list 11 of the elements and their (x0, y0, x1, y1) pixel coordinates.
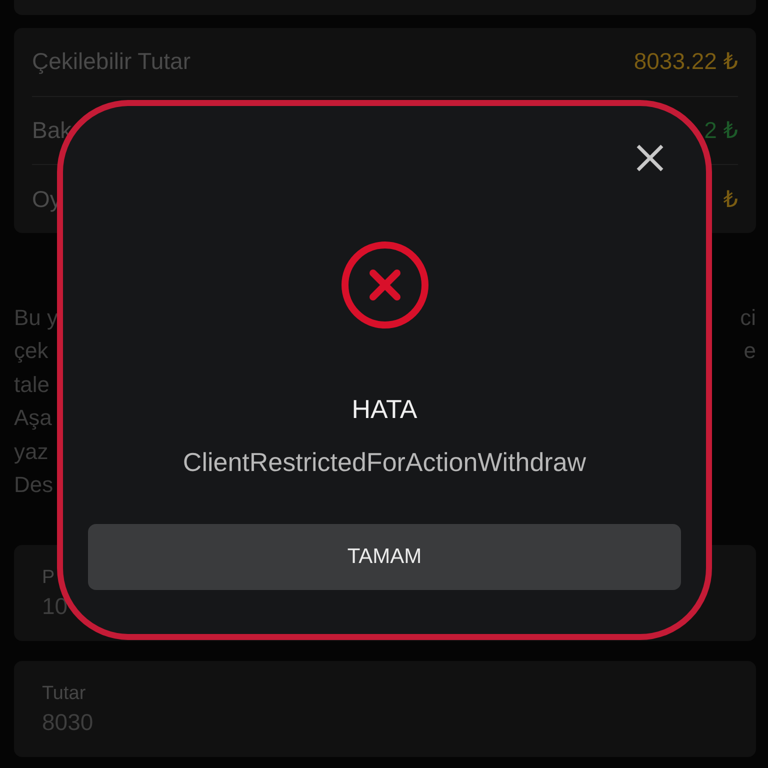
close-icon (636, 144, 664, 172)
dialog-title: HATA (352, 394, 418, 425)
balance-value: ₺ (723, 186, 738, 213)
close-button[interactable] (634, 142, 666, 174)
ok-button[interactable]: TAMAM (88, 524, 681, 590)
error-icon (340, 240, 430, 330)
balance-label: Çekilebilir Tutar (32, 48, 190, 76)
balance-value: 2 ₺ (704, 117, 738, 144)
dialog-message: ClientRestrictedForActionWithdraw (182, 447, 586, 478)
balance-value: 8033.22 ₺ (634, 48, 738, 76)
balance-label: Bak (32, 117, 72, 144)
